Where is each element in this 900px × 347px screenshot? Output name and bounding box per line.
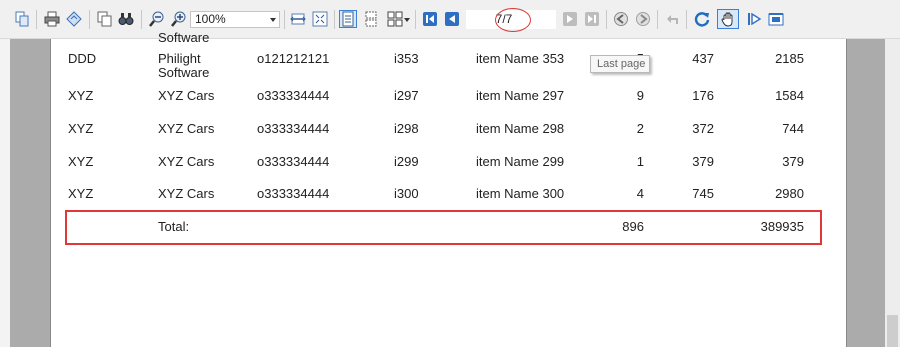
multipage-icon[interactable] — [386, 10, 404, 28]
play-icon[interactable] — [745, 10, 763, 28]
item-name: item Name 300 — [476, 186, 565, 201]
export-icon[interactable] — [767, 10, 785, 28]
left-panel-strip — [0, 39, 10, 347]
quantity: 9 — [636, 88, 644, 103]
copy-page-icon[interactable] — [13, 10, 31, 28]
customer-name: XYZ Cars — [158, 121, 215, 136]
item-id: i297 — [394, 88, 419, 103]
last-page-icon[interactable] — [583, 10, 601, 28]
total-amount: 389935 — [760, 219, 804, 234]
price: 437 — [692, 51, 714, 66]
item-id: i298 — [394, 121, 419, 136]
page-highlight-ellipse — [495, 8, 531, 32]
order-id: o333334444 — [257, 88, 330, 103]
customer-name: XYZ Cars — [158, 154, 215, 169]
order-id: o333334444 — [257, 154, 330, 169]
quantity: 1 — [636, 154, 644, 169]
customer-name: XYZ Cars — [158, 186, 215, 201]
customer-code: XYZ — [68, 186, 94, 201]
back-icon[interactable] — [612, 10, 630, 28]
amount: 744 — [782, 121, 804, 136]
order-id: o333334444 — [257, 121, 330, 136]
customer-code: XYZ — [68, 88, 94, 103]
order-id: o333334444 — [257, 186, 330, 201]
total-quantity: 896 — [622, 219, 644, 234]
first-page-icon[interactable] — [421, 10, 439, 28]
forward-icon[interactable] — [634, 10, 652, 28]
refresh-icon[interactable] — [693, 10, 711, 28]
customer-name-line2: Software — [158, 65, 210, 80]
item-name: item Name 353 — [476, 51, 565, 66]
last-page-tooltip: Last page — [590, 55, 650, 73]
item-id: i300 — [394, 186, 419, 201]
amount: 2185 — [775, 51, 804, 66]
zoom-out-icon[interactable] — [148, 10, 166, 28]
amount: 1584 — [775, 88, 804, 103]
price: 176 — [692, 88, 714, 103]
amount: 2980 — [775, 186, 804, 201]
page-width-icon[interactable] — [289, 10, 307, 28]
print-icon[interactable] — [43, 10, 61, 28]
order-id: o121212121 — [257, 51, 330, 66]
partial-row-text: Software — [158, 30, 210, 45]
item-name: item Name 298 — [476, 121, 565, 136]
item-name: item Name 299 — [476, 154, 565, 169]
customer-code: XYZ — [68, 121, 94, 136]
scrollbar-thumb[interactable] — [887, 315, 898, 347]
price: 372 — [692, 121, 714, 136]
single-page-icon[interactable] — [339, 10, 357, 28]
next-page-icon[interactable] — [561, 10, 579, 28]
zoom-value: 100% — [195, 12, 226, 26]
price: 379 — [692, 154, 714, 169]
toolbar: 100% 7/7 — [0, 0, 900, 39]
page-setup-icon[interactable] — [65, 10, 83, 28]
quantity: 4 — [636, 186, 644, 201]
customer-name: XYZ Cars — [158, 88, 215, 103]
price: 745 — [692, 186, 714, 201]
stop-icon[interactable] — [664, 10, 682, 28]
amount: 379 — [782, 154, 804, 169]
chevron-down-icon[interactable] — [270, 18, 276, 22]
find-icon[interactable] — [117, 10, 135, 28]
item-id: i299 — [394, 154, 419, 169]
chevron-down-icon[interactable] — [404, 18, 410, 22]
item-name: item Name 297 — [476, 88, 565, 103]
total-label: Total: — [158, 219, 190, 234]
zoom-in-icon[interactable] — [170, 10, 188, 28]
copy-icon[interactable] — [96, 10, 114, 28]
vertical-scrollbar[interactable] — [885, 39, 900, 347]
zoom-select[interactable]: 100% — [190, 11, 280, 28]
previous-page-icon[interactable] — [443, 10, 461, 28]
customer-code: DDD — [68, 51, 97, 66]
hand-tool-icon[interactable] — [717, 9, 739, 29]
continuous-icon[interactable] — [362, 10, 380, 28]
whole-page-icon[interactable] — [311, 10, 329, 28]
quantity: 2 — [636, 121, 644, 136]
customer-name: Philight — [158, 51, 201, 66]
customer-code: XYZ — [68, 154, 94, 169]
item-id: i353 — [394, 51, 419, 66]
